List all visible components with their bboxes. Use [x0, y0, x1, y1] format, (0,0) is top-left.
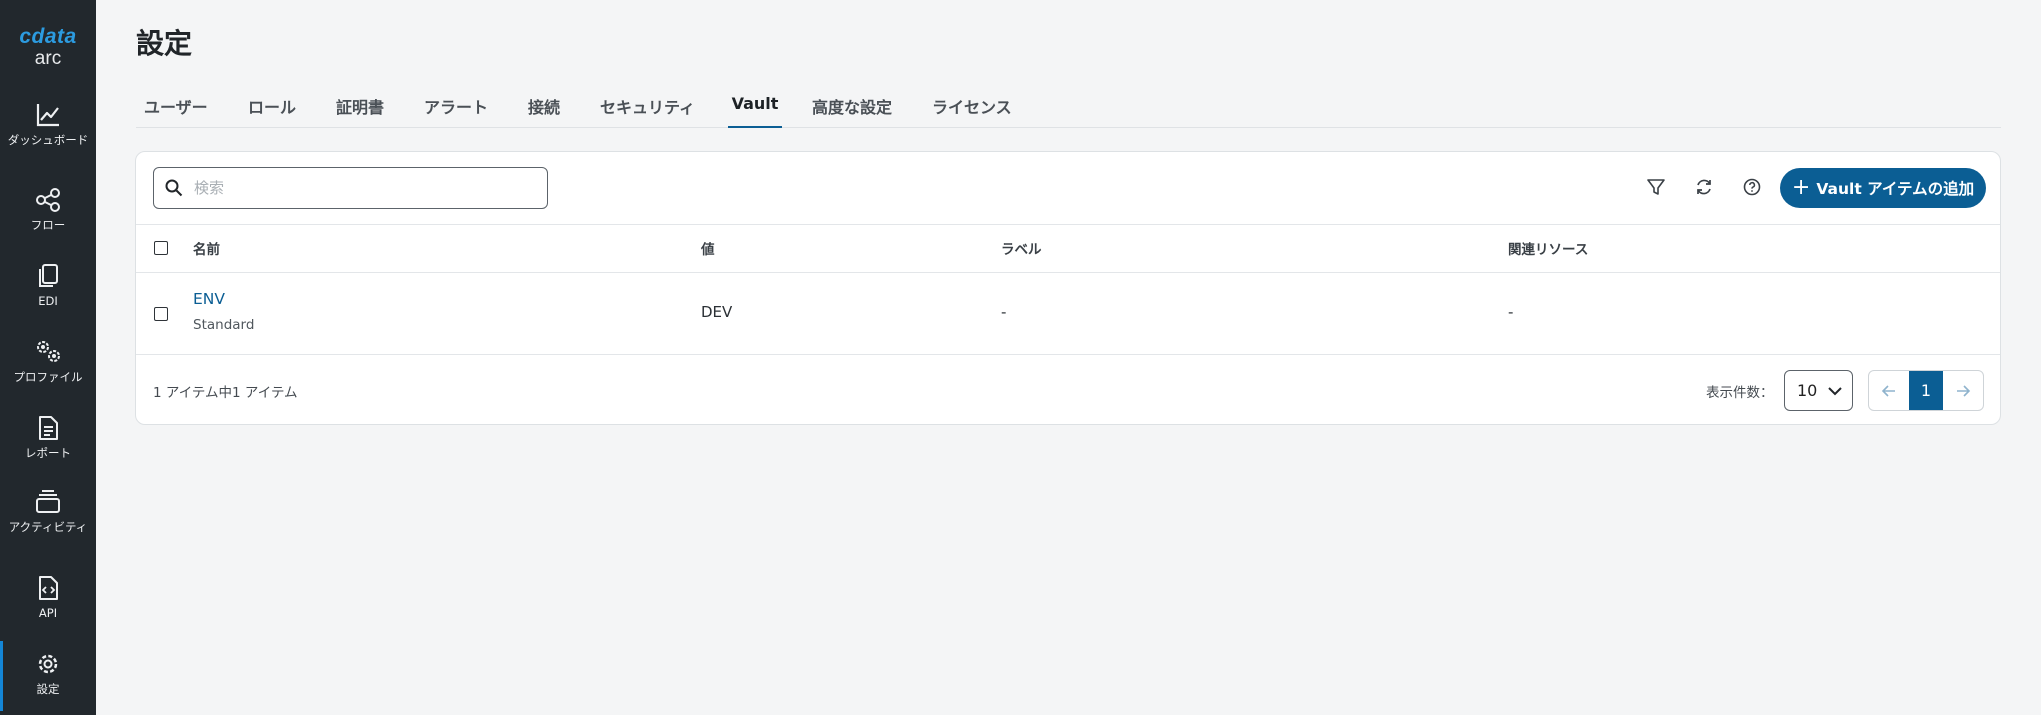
sidebar-item-label: EDI	[38, 294, 58, 308]
documents-copy-icon	[39, 264, 58, 287]
tab-users[interactable]: ユーザー	[144, 94, 208, 128]
row-checkbox[interactable]	[154, 307, 168, 321]
tab-alerts[interactable]: アラート	[424, 94, 488, 128]
arrow-right-icon	[1957, 384, 1971, 397]
prev-page-button[interactable]	[1869, 371, 1909, 410]
tab-connections[interactable]: 接続	[528, 94, 560, 128]
tab-vault[interactable]: Vault	[728, 94, 782, 128]
next-page-button[interactable]	[1943, 371, 1983, 410]
sidebar-item-settings[interactable]: 設定	[0, 641, 96, 711]
help-icon[interactable]	[1741, 176, 1763, 198]
item-related: -	[1508, 303, 1514, 321]
filter-icon[interactable]	[1645, 176, 1667, 198]
plus-icon: +	[1791, 175, 1811, 200]
app-logo[interactable]: cdata arc	[0, 26, 96, 70]
column-header-value[interactable]: 値	[701, 238, 715, 258]
item-type: Standard	[193, 317, 255, 333]
chart-line-icon	[36, 104, 59, 127]
sidebar-item-label: フロー	[30, 218, 66, 232]
vault-card: + Vault アイテムの追加 名前 値 ラベル 関連リソース ENV Stan…	[135, 151, 2001, 425]
logo-brand: cdata	[19, 25, 77, 48]
arrow-left-icon	[1881, 384, 1895, 397]
item-label: -	[1001, 303, 1007, 321]
item-count: 1 アイテム中1 アイテム	[153, 385, 298, 401]
chevron-down-icon	[1828, 387, 1842, 396]
gears-icon	[37, 341, 60, 362]
column-header-related[interactable]: 関連リソース	[1508, 238, 1588, 258]
sidebar-item-label: ダッシュボード	[7, 133, 89, 147]
divider	[136, 354, 2000, 355]
sidebar-item-activity[interactable]: アクティビティ	[0, 487, 96, 533]
logo-product: arc	[34, 48, 62, 69]
sidebar-item-label: プロファイル	[13, 370, 83, 384]
report-document-icon	[39, 416, 58, 440]
flow-nodes-icon	[36, 188, 60, 212]
column-header-name[interactable]: 名前	[193, 238, 220, 258]
sidebar-item-label: API	[38, 606, 58, 620]
tab-security[interactable]: セキュリティ	[600, 94, 695, 128]
tab-certificates[interactable]: 証明書	[336, 94, 384, 128]
page-title: 設定	[136, 27, 193, 60]
activity-stack-icon	[36, 490, 60, 513]
per-page-select[interactable]: 10	[1784, 370, 1853, 411]
sidebar-item-report[interactable]: レポート	[0, 413, 96, 459]
gear-icon	[38, 654, 58, 674]
current-page[interactable]: 1	[1909, 371, 1943, 410]
settings-tabs: ユーザー ロール 証明書 アラート 接続 セキュリティ Vault 高度な設定 …	[136, 90, 2001, 128]
per-page-value: 10	[1797, 381, 1818, 400]
divider	[136, 224, 2000, 225]
sidebar-item-flow[interactable]: フロー	[0, 185, 96, 231]
sidebar-item-label: レポート	[25, 446, 71, 460]
add-button-label: Vault アイテムの追加	[1816, 180, 1975, 198]
sidebar-item-profile[interactable]: プロファイル	[0, 337, 96, 383]
search-icon	[165, 179, 183, 197]
tab-advanced[interactable]: 高度な設定	[812, 94, 892, 128]
sidebar: cdata arc ダッシュボード フロー EDI プロファイル レポート アク…	[0, 0, 96, 715]
column-header-label[interactable]: ラベル	[1001, 238, 1042, 258]
api-code-file-icon	[39, 576, 58, 600]
refresh-icon[interactable]	[1693, 176, 1715, 198]
select-all-checkbox[interactable]	[154, 241, 168, 255]
sidebar-item-api[interactable]: API	[0, 573, 96, 619]
tab-roles[interactable]: ロール	[248, 94, 296, 128]
sidebar-item-edi[interactable]: EDI	[0, 261, 96, 307]
sidebar-item-label: 設定	[36, 682, 60, 696]
per-page-label: 表示件数：	[1706, 385, 1774, 401]
sidebar-item-dashboard[interactable]: ダッシュボード	[0, 100, 96, 146]
item-value: DEV	[701, 303, 733, 321]
item-name-link[interactable]: ENV	[193, 290, 225, 308]
pagination: 1	[1868, 370, 1984, 411]
sidebar-item-label: アクティビティ	[8, 520, 88, 534]
divider	[136, 272, 2000, 273]
search-box[interactable]	[153, 167, 548, 209]
tab-license[interactable]: ライセンス	[932, 94, 1012, 128]
add-vault-item-button[interactable]: + Vault アイテムの追加	[1780, 168, 1986, 208]
search-input[interactable]	[194, 176, 534, 200]
